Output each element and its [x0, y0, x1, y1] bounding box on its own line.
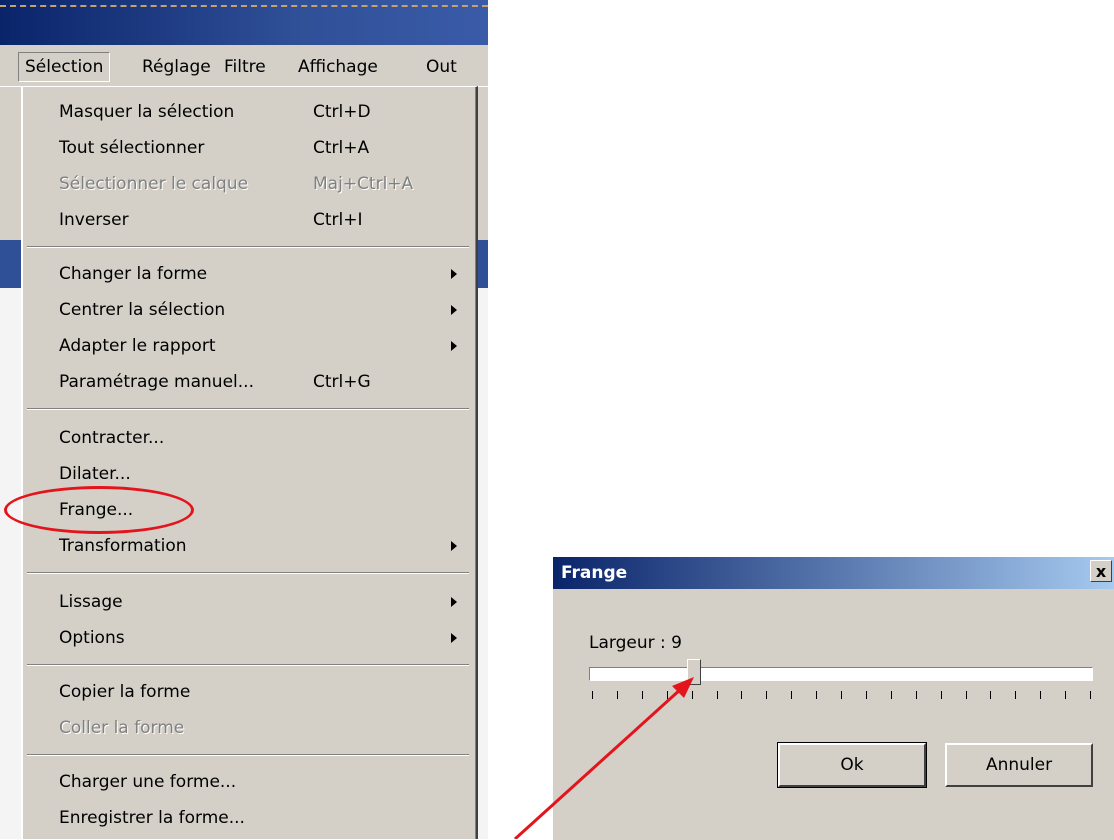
menu-item-label: Copier la forme — [59, 682, 191, 702]
menu-item-label: Options — [59, 628, 125, 648]
slider-tick — [791, 691, 793, 699]
menu-item-inverser[interactable]: Inverser Ctrl+I — [59, 205, 469, 235]
menu-item-coller-forme: Coller la forme — [59, 713, 469, 743]
slider-tick — [940, 691, 942, 699]
menu-item-selectionner-calque: Sélectionner le calque Maj+Ctrl+A — [59, 169, 469, 199]
slider-tick — [915, 691, 917, 699]
width-slider-track[interactable] — [589, 667, 1093, 681]
slider-tick — [741, 691, 743, 699]
menu-item-tout-selectionner[interactable]: Tout sélectionner Ctrl+A — [59, 133, 469, 163]
app-title-bar — [0, 0, 488, 45]
slider-tick — [965, 691, 967, 699]
slider-tick — [716, 691, 718, 699]
menu-item-label: Inverser — [59, 210, 129, 230]
menu-item-charger-forme[interactable]: Charger une forme... — [59, 767, 469, 797]
submenu-arrow-icon — [451, 633, 457, 643]
menu-item-label: Sélectionner le calque — [59, 174, 249, 194]
menu-item-label: Dilater... — [59, 464, 131, 484]
menu-item-label: Centrer la sélection — [59, 300, 226, 320]
menu-item-label: Transformation — [59, 536, 187, 556]
menu-item-contracter[interactable]: Contracter... — [59, 423, 469, 453]
menu-item-parametrage-manuel[interactable]: Paramétrage manuel... Ctrl+G — [59, 367, 469, 397]
slider-tick — [592, 691, 593, 699]
submenu-arrow-icon — [451, 341, 457, 351]
menu-item-copier-forme[interactable]: Copier la forme — [59, 677, 469, 707]
menu-selection[interactable]: Sélection — [18, 52, 111, 82]
menu-separator — [27, 754, 469, 756]
submenu-arrow-icon — [451, 305, 457, 315]
menu-item-options[interactable]: Options — [59, 623, 469, 653]
slider-tick — [890, 691, 892, 699]
selection-dropdown-menu: Masquer la sélection Ctrl+D Tout sélecti… — [21, 86, 478, 839]
slider-tick — [865, 691, 867, 699]
menu-affichage[interactable]: Affichage — [292, 53, 384, 81]
slider-tick — [816, 691, 818, 699]
slider-tick — [666, 691, 668, 699]
menu-filtre[interactable]: Filtre — [218, 53, 272, 81]
width-slider-thumb[interactable] — [687, 659, 701, 685]
menu-item-label: Masquer la sélection — [59, 102, 235, 122]
close-icon[interactable]: x — [1090, 560, 1112, 582]
menu-item-label: Coller la forme — [59, 718, 185, 738]
menu-item-shortcut: Ctrl+A — [313, 138, 370, 158]
menu-item-label: Adapter le rapport — [59, 336, 216, 356]
submenu-arrow-icon — [451, 269, 457, 279]
menu-item-masquer-selection[interactable]: Masquer la sélection Ctrl+D — [59, 97, 469, 127]
slider-tick — [1090, 691, 1091, 699]
menu-item-shortcut: Maj+Ctrl+A — [313, 174, 414, 194]
menu-reglage[interactable]: Réglage — [136, 53, 217, 81]
menu-item-centrer-selection[interactable]: Centrer la sélection — [59, 295, 469, 325]
menu-item-changer-forme[interactable]: Changer la forme — [59, 259, 469, 289]
slider-tick — [641, 691, 643, 699]
menu-separator — [27, 664, 469, 666]
slider-tick — [766, 691, 768, 699]
width-label: Largeur : 9 — [589, 633, 682, 653]
slider-tick — [1015, 691, 1017, 699]
slider-tick — [691, 691, 693, 699]
menu-item-transformation[interactable]: Transformation — [59, 531, 469, 561]
slider-ticks — [589, 691, 1093, 701]
menu-item-enregistrer-forme[interactable]: Enregistrer la forme... — [59, 803, 469, 833]
menu-item-adapter-rapport[interactable]: Adapter le rapport — [59, 331, 469, 361]
dialog-title-bar: Frange x — [553, 557, 1114, 589]
menu-separator — [27, 246, 469, 248]
menu-item-shortcut: Ctrl+G — [313, 372, 371, 392]
menu-item-label: Lissage — [59, 592, 123, 612]
menu-item-lissage[interactable]: Lissage — [59, 587, 469, 617]
slider-tick — [1065, 691, 1067, 699]
menu-bar: Sélection Réglage Filtre Affichage Out — [0, 46, 488, 87]
slider-tick — [1040, 691, 1042, 699]
frange-dialog: Frange x Largeur : 9 Ok Annuler — [552, 556, 1114, 840]
menu-outils[interactable]: Out — [420, 53, 463, 81]
menu-separator — [27, 408, 469, 410]
menu-item-label: Tout sélectionner — [59, 138, 205, 158]
menu-item-label: Contracter... — [59, 428, 165, 448]
submenu-arrow-icon — [451, 541, 457, 551]
menu-item-shortcut: Ctrl+I — [313, 210, 363, 230]
menu-item-label: Charger une forme... — [59, 772, 237, 792]
ok-button[interactable]: Ok — [777, 742, 927, 788]
highlight-ellipse — [4, 486, 194, 534]
slider-tick — [841, 691, 842, 699]
menu-item-label: Changer la forme — [59, 264, 208, 284]
menu-item-label: Enregistrer la forme... — [59, 808, 245, 828]
menu-item-shortcut: Ctrl+D — [313, 102, 371, 122]
application-window: Sélection Réglage Filtre Affichage Out M… — [0, 0, 488, 839]
dialog-title: Frange — [561, 563, 628, 583]
slider-tick — [616, 691, 618, 699]
menu-item-dilater[interactable]: Dilater... — [59, 459, 469, 489]
slider-tick — [990, 691, 992, 699]
menu-item-label: Paramétrage manuel... — [59, 372, 254, 392]
cancel-button[interactable]: Annuler — [945, 743, 1093, 787]
submenu-arrow-icon — [451, 597, 457, 607]
menu-separator — [27, 572, 469, 574]
